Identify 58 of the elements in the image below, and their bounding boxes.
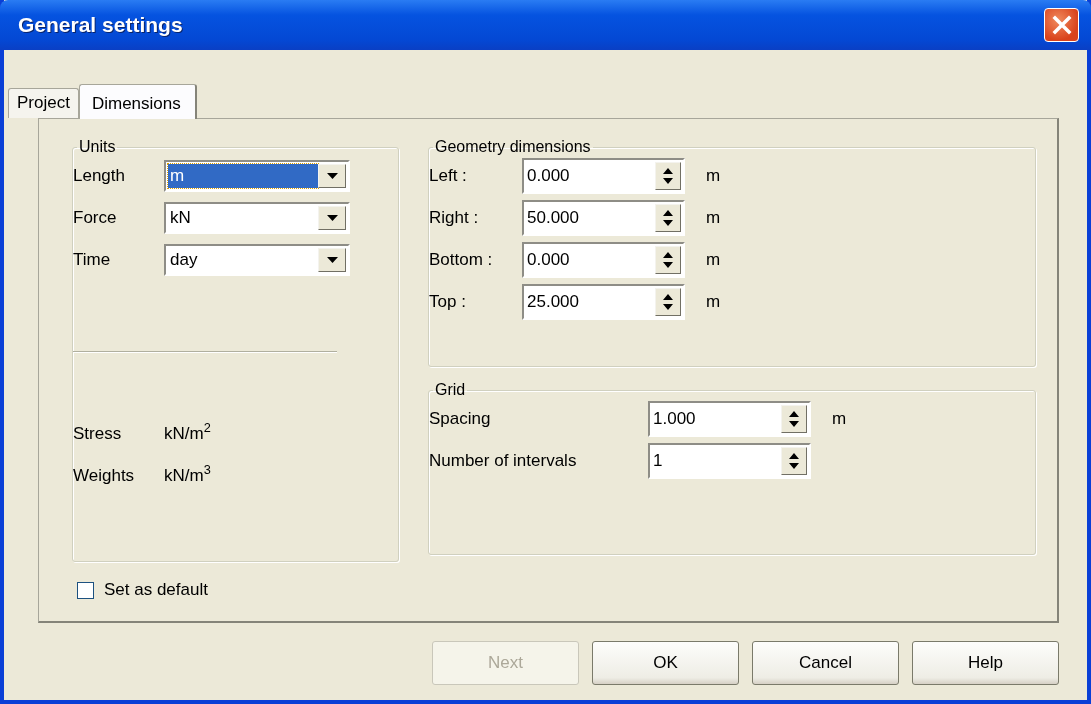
close-button[interactable] <box>1044 8 1079 42</box>
checkbox-label[interactable]: Set as default <box>104 580 208 601</box>
spinner-arrows-icon <box>662 167 674 185</box>
number-field[interactable]: 25.000 <box>522 284 685 320</box>
unit-text: kN/m$^{3}$ <box>164 465 211 487</box>
number-field[interactable]: 1 <box>648 443 811 479</box>
unit-text: m <box>706 249 721 271</box>
field-label: Top : <box>429 291 467 313</box>
spin-button[interactable] <box>655 162 681 190</box>
number-field[interactable]: 50.000 <box>522 200 685 236</box>
field-label: Bottom : <box>429 249 494 271</box>
spinner-arrows-icon <box>788 452 800 470</box>
unit-text: m <box>706 207 721 229</box>
unit-dropdown[interactable]: kN <box>164 202 350 234</box>
spinner-arrows-icon <box>662 293 674 311</box>
group-title: Geometry dimensions <box>434 139 592 155</box>
field-label: Length <box>73 165 126 187</box>
spin-button[interactable] <box>655 246 681 274</box>
group-title: Units <box>78 139 117 155</box>
group-title: Grid <box>434 382 467 398</box>
close-icon <box>1051 15 1072 35</box>
unit-dropdown[interactable]: day <box>164 244 350 276</box>
dialog-button[interactable]: Help <box>912 641 1059 685</box>
field-label: Weights <box>73 465 136 487</box>
dropdown-button[interactable] <box>318 206 346 230</box>
field-label: Number of intervals <box>429 450 578 472</box>
field-label: Left : <box>429 165 468 187</box>
unit-text: kN/m$^{2}$ <box>164 423 211 445</box>
spinner-arrows-icon <box>662 251 674 269</box>
spin-button[interactable] <box>781 447 807 475</box>
tab[interactable]: Project <box>8 88 79 118</box>
dropdown-button[interactable] <box>318 248 346 272</box>
dialog-button[interactable]: OK <box>592 641 739 685</box>
number-field[interactable]: 0.000 <box>522 158 685 194</box>
field-label: Spacing <box>429 408 492 430</box>
dropdown-button[interactable] <box>318 164 346 188</box>
dialog-button[interactable]: Cancel <box>752 641 899 685</box>
checkbox[interactable] <box>77 581 94 599</box>
spinner-arrows-icon <box>662 209 674 227</box>
caret-icon <box>326 173 338 179</box>
field-label: Stress <box>73 423 123 445</box>
field-label: Right : <box>429 207 480 229</box>
spin-button[interactable] <box>655 204 681 232</box>
caret-icon <box>326 257 338 263</box>
tab[interactable]: Dimensions <box>78 84 197 119</box>
unit-text: m <box>832 408 847 430</box>
number-field[interactable]: 0.000 <box>522 242 685 278</box>
field-label: Time <box>73 249 112 271</box>
spin-button[interactable] <box>781 405 807 433</box>
window-title: General settings <box>18 12 183 38</box>
number-field[interactable]: 1.000 <box>648 401 811 437</box>
unit-dropdown[interactable]: m <box>164 160 350 192</box>
caret-icon <box>326 215 338 221</box>
spin-button[interactable] <box>655 288 681 316</box>
unit-text: m <box>706 165 721 187</box>
spinner-arrows-icon <box>788 410 800 428</box>
field-label: Force <box>73 207 118 229</box>
unit-text: m <box>706 291 721 313</box>
